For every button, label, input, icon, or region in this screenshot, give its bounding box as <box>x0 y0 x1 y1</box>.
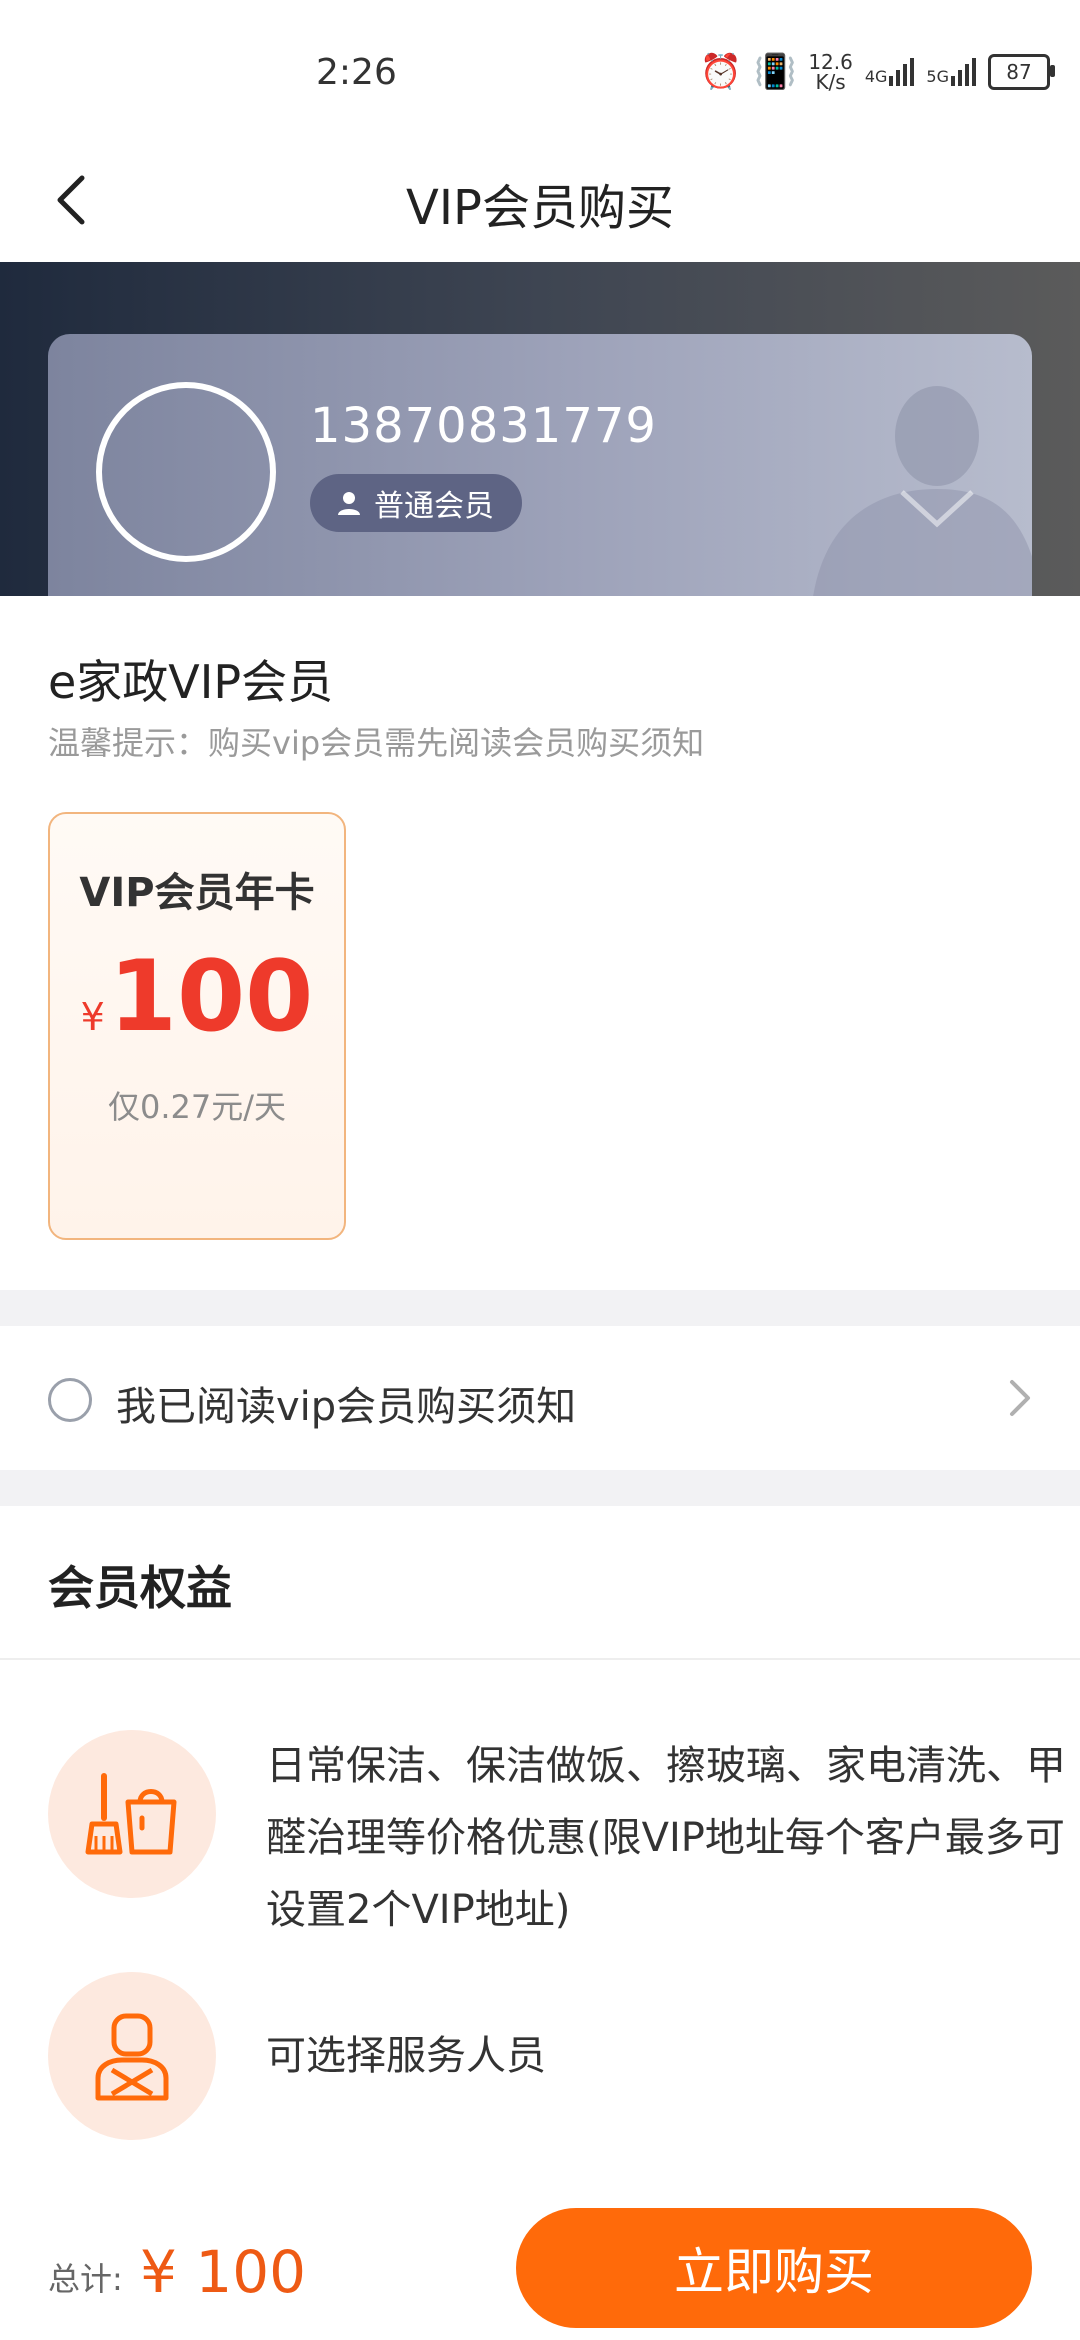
agreement-radio[interactable] <box>48 1378 92 1422</box>
signal-icon: 5G <box>926 58 976 86</box>
buy-now-button[interactable]: 立即购买 <box>516 2208 1032 2328</box>
section-divider <box>0 1290 1080 1326</box>
tip-text: 温馨提示：购买vip会员需先阅读会员购买须知 <box>48 724 705 762</box>
net-speed: 12.6 K/s <box>808 50 853 94</box>
member-level-label: 普通会员 <box>374 489 494 524</box>
cleaning-icon <box>48 1730 216 1898</box>
plan-currency: ¥ <box>80 995 105 1039</box>
plan-card-annual[interactable]: VIP会员年卡 ¥ 100 仅0.27元/天 <box>48 812 346 1240</box>
plan-daily-price: 仅0.27元/天 <box>107 1088 287 1126</box>
staff-icon <box>48 1972 216 2140</box>
vibrate-icon: 📳 <box>753 52 797 92</box>
total-label: 总计: <box>48 2260 123 2298</box>
status-icons: ⏰ 📳 12.6 K/s 4G 5G 87 <box>699 50 1055 94</box>
section-divider <box>0 1470 1080 1506</box>
member-level-badge: 普通会员 <box>310 474 522 532</box>
user-silhouette-icon <box>813 386 1032 596</box>
alarm-icon: ⏰ <box>699 52 742 92</box>
bottom-bar: 总计: ¥ 100 立即购买 <box>0 2196 1080 2340</box>
benefits-title: 会员权益 <box>48 1561 232 1615</box>
member-card: 13870831779 普通会员 <box>48 334 1032 596</box>
plan-name: VIP会员年卡 <box>79 870 315 916</box>
agreement-text[interactable]: 我已阅读vip会员购买须知 <box>116 1374 576 1432</box>
page-title: VIP会员购买 <box>406 180 674 236</box>
benefit-text: 可选择服务人员 <box>266 2033 546 2079</box>
agreement-row[interactable]: 我已阅读vip会员购买须知 <box>0 1326 1080 1470</box>
plan-amount: 100 <box>108 940 314 1054</box>
user-phone: 13870831779 <box>310 398 657 454</box>
chevron-right-icon[interactable] <box>1000 1376 1040 1420</box>
status-time: 2:26 <box>316 52 397 93</box>
avatar[interactable] <box>96 382 276 562</box>
battery-icon: 87 <box>988 54 1055 90</box>
user-icon <box>338 492 360 515</box>
signal-icon: 4G <box>865 58 915 86</box>
status-bar: 2:26 ⏰ 📳 12.6 K/s 4G 5G 87 <box>0 0 1080 150</box>
divider <box>0 1658 1080 1660</box>
plan-price: ¥ 100 <box>50 948 344 1046</box>
nav-bar: VIP会员购买 <box>0 150 1080 260</box>
section-title: e家政VIP会员 <box>48 655 334 709</box>
profile-header: 13870831779 普通会员 <box>0 262 1080 596</box>
total-amount: ¥ 100 <box>140 2238 307 2306</box>
benefit-text: 日常保洁、保洁做饭、擦玻璃、家电清洗、甲醛治理等价格优惠(限VIP地址每个客户最… <box>266 1743 1066 1933</box>
